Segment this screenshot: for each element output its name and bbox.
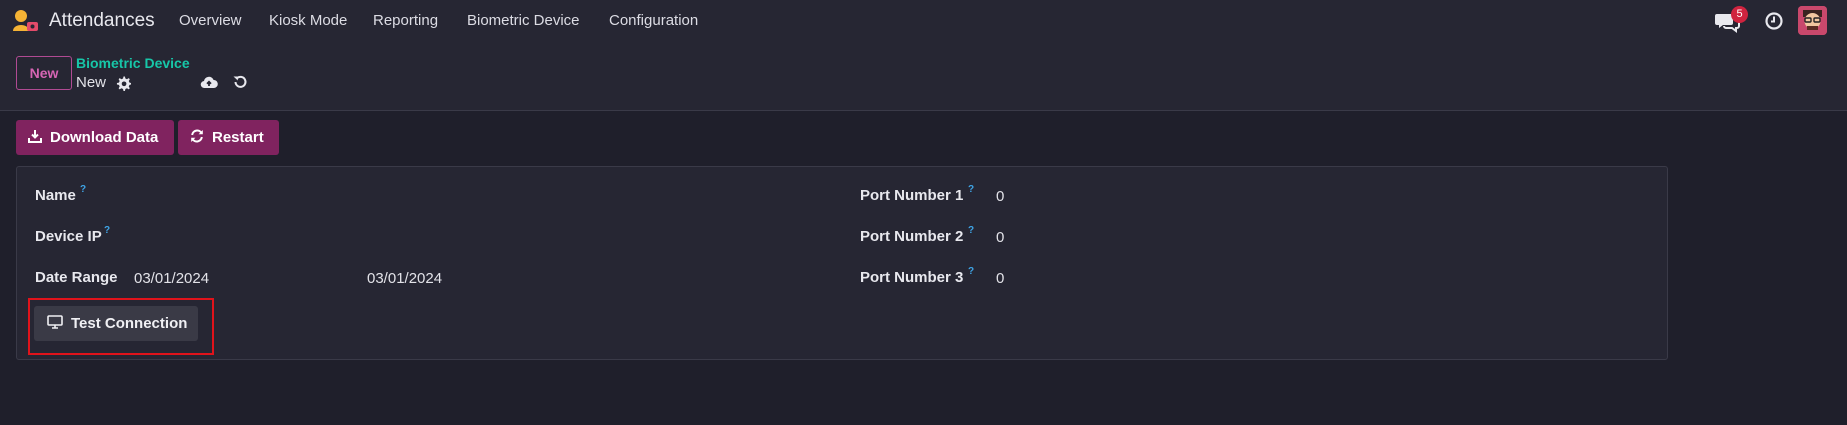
- breadcrumb-biometric-device[interactable]: Biometric Device: [76, 55, 190, 71]
- top-navbar: Attendances Overview Kiosk Mode Reportin…: [0, 0, 1847, 41]
- new-button[interactable]: New: [16, 56, 72, 90]
- control-panel: New Biometric Device New: [0, 41, 1847, 111]
- attendances-logo-icon[interactable]: [12, 9, 40, 33]
- device-ip-help-tooltip[interactable]: ?: [104, 225, 110, 236]
- date-range-label: Date Range: [35, 269, 118, 286]
- undo-icon[interactable]: [232, 74, 248, 90]
- restart-button[interactable]: Restart: [178, 120, 279, 155]
- port-number-1-label: Port Number 1: [860, 187, 964, 204]
- download-data-label: Download Data: [50, 129, 159, 146]
- menu-reporting[interactable]: Reporting: [373, 12, 438, 29]
- restart-label: Restart: [212, 129, 264, 146]
- download-icon: [28, 129, 42, 147]
- port-number-1-help-tooltip[interactable]: ?: [968, 184, 974, 195]
- highlight-annotation: [28, 298, 214, 355]
- gear-icon[interactable]: [116, 76, 131, 91]
- port-number-3-field[interactable]: 0: [996, 270, 1004, 287]
- port-number-2-label: Port Number 2: [860, 228, 964, 245]
- device-ip-label: Device IP: [35, 228, 102, 245]
- menu-kiosk-mode[interactable]: Kiosk Mode: [269, 12, 347, 29]
- menu-biometric-device[interactable]: Biometric Device: [467, 12, 580, 29]
- name-label: Name: [35, 187, 76, 204]
- menu-configuration[interactable]: Configuration: [609, 12, 698, 29]
- clock-icon[interactable]: [1765, 12, 1783, 30]
- form-sheet: [16, 166, 1668, 360]
- date-to-field[interactable]: 03/01/2024: [367, 270, 442, 287]
- port-number-3-label: Port Number 3: [860, 269, 964, 286]
- port-number-1-field[interactable]: 0: [996, 188, 1004, 205]
- app-name[interactable]: Attendances: [49, 10, 155, 32]
- download-data-button[interactable]: Download Data: [16, 120, 174, 155]
- avatar[interactable]: [1798, 6, 1827, 35]
- chat-badge: 5: [1731, 6, 1748, 23]
- name-help-tooltip[interactable]: ?: [80, 184, 86, 195]
- menu-overview[interactable]: Overview: [179, 12, 242, 29]
- port-number-3-help-tooltip[interactable]: ?: [968, 266, 974, 277]
- date-from-field[interactable]: 03/01/2024: [134, 270, 209, 287]
- cloud-upload-icon[interactable]: [200, 75, 218, 91]
- port-number-2-help-tooltip[interactable]: ?: [968, 225, 974, 236]
- refresh-icon: [190, 129, 204, 147]
- port-number-2-field[interactable]: 0: [996, 229, 1004, 246]
- record-name: New: [76, 74, 107, 91]
